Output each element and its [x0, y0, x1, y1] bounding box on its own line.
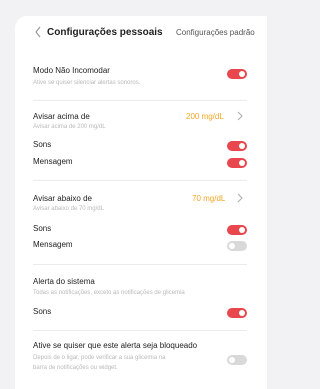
locked-alert-toggle[interactable]: [227, 355, 247, 365]
divider: [33, 100, 247, 101]
back-chevron-icon[interactable]: [33, 25, 43, 39]
system-alert-label: Alerta do sistema: [33, 277, 95, 286]
low-alert-description: Avisar abaixo de 70 mg/dL: [33, 206, 104, 212]
default-settings-link[interactable]: Configurações padrão: [176, 28, 255, 37]
high-alert-sounds-label: Sons: [33, 140, 52, 149]
low-alert-message-label: Mensagem: [33, 240, 73, 249]
low-alert-message-toggle[interactable]: [227, 241, 247, 251]
silent-mode-toggle[interactable]: [227, 69, 247, 79]
divider: [33, 180, 247, 181]
high-alert-sounds-toggle[interactable]: [227, 141, 247, 151]
low-alert-label: Avisar abaixo de: [33, 194, 92, 203]
divider: [33, 330, 247, 331]
locked-alert-description-line1: Depois de o ligar, pode verificar a sua …: [33, 355, 166, 361]
low-alert-sounds-label: Sons: [33, 224, 52, 233]
chevron-right-icon[interactable]: [237, 193, 243, 203]
page-title: Configurações pessoais: [47, 27, 163, 38]
divider: [33, 264, 247, 265]
chevron-right-icon[interactable]: [237, 111, 243, 121]
high-alert-message-label: Mensagem: [33, 157, 73, 166]
low-alert-sounds-toggle[interactable]: [227, 225, 247, 235]
header-bar: Configurações pessoais Configurações pad…: [15, 16, 267, 50]
locked-alert-description-line2: barra de notificações ou widget.: [33, 365, 118, 371]
high-alert-value[interactable]: 200 mg/dL: [186, 112, 224, 121]
high-alert-description: Avisar acima de 200 mg/dL: [33, 124, 106, 130]
high-alert-message-toggle[interactable]: [227, 158, 247, 168]
silent-mode-description: Ative se quiser silenciar alertas sonoro…: [33, 80, 141, 86]
locked-alert-label: Ative se quiser que este alerta seja blo…: [33, 341, 198, 350]
system-alert-sounds-toggle[interactable]: [227, 308, 247, 318]
high-alert-label: Avisar acima de: [33, 112, 90, 121]
system-alert-sounds-label: Sons: [33, 307, 52, 316]
system-alert-description: Todas as notificações, exceto as notific…: [33, 290, 185, 296]
low-alert-value[interactable]: 70 mg/dL: [192, 194, 225, 203]
silent-mode-label: Modo Não Incomodar: [33, 66, 110, 75]
settings-panel: Configurações pessoais Configurações pad…: [15, 16, 267, 389]
